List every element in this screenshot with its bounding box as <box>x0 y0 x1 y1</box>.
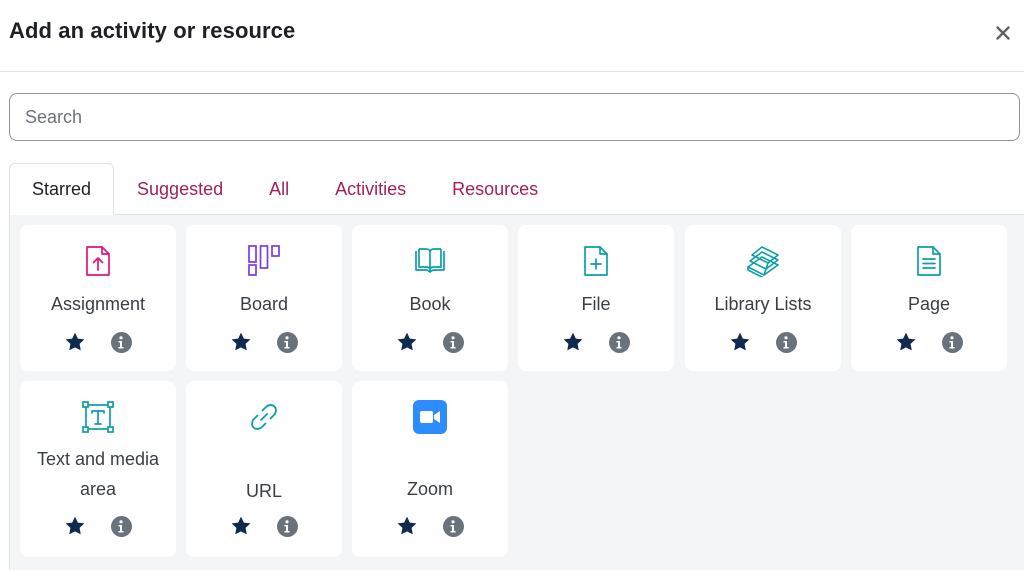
info-button[interactable] <box>775 331 797 353</box>
zoom-video-icon <box>413 400 447 434</box>
star-icon <box>65 332 85 351</box>
item-actions <box>20 331 176 353</box>
modal-header: Add an activity or resource <box>0 0 1024 72</box>
tab-suggested[interactable]: Suggested <box>114 163 246 215</box>
star-icon <box>397 332 417 351</box>
board-icon <box>247 244 281 278</box>
close-button[interactable] <box>992 22 1014 44</box>
star-button[interactable] <box>729 331 751 353</box>
item-actions <box>352 515 508 537</box>
item-actions <box>352 331 508 353</box>
item-actions <box>186 515 342 537</box>
item-card-assignment[interactable]: Assignment <box>20 225 176 371</box>
close-icon <box>996 26 1010 40</box>
info-icon <box>775 331 797 353</box>
star-button[interactable] <box>895 331 917 353</box>
book-icon <box>413 244 447 278</box>
info-icon <box>941 331 963 353</box>
item-card-library-lists[interactable]: Library Lists <box>685 225 841 371</box>
item-label: URL <box>245 481 282 501</box>
starred-items-panel: Assignment Board Book File Library Lists… <box>9 214 1024 570</box>
info-icon <box>608 331 630 353</box>
item-actions <box>186 331 342 353</box>
item-card-file[interactable]: File <box>518 225 674 371</box>
tab-all[interactable]: All <box>246 163 312 215</box>
star-button[interactable] <box>64 515 86 537</box>
item-label: Library Lists <box>714 294 812 314</box>
star-icon <box>730 332 750 351</box>
info-button[interactable] <box>941 331 963 353</box>
item-card-url[interactable]: URL <box>186 381 342 557</box>
info-icon <box>276 331 298 353</box>
text-media-icon <box>81 400 115 434</box>
info-button[interactable] <box>442 515 464 537</box>
item-label: Text and media area <box>36 449 160 499</box>
info-button[interactable] <box>110 515 132 537</box>
star-button[interactable] <box>230 331 252 353</box>
item-card-text-and-media-area[interactable]: Text and media area <box>20 381 176 557</box>
star-icon <box>65 516 85 535</box>
url-link-icon <box>247 400 281 434</box>
info-button[interactable] <box>276 515 298 537</box>
modal-title: Add an activity or resource <box>9 18 296 43</box>
tab-activities[interactable]: Activities <box>312 163 429 215</box>
search-container <box>9 93 1020 141</box>
info-button[interactable] <box>110 331 132 353</box>
info-icon <box>110 515 132 537</box>
assignment-icon <box>81 244 115 278</box>
star-icon <box>896 332 916 351</box>
item-label: Page <box>907 294 951 314</box>
info-icon <box>442 331 464 353</box>
star-icon <box>397 516 417 535</box>
item-card-zoom[interactable]: Zoom <box>352 381 508 557</box>
item-label: Book <box>409 294 451 314</box>
info-button[interactable] <box>442 331 464 353</box>
tab-starred[interactable]: Starred <box>9 163 115 215</box>
item-actions <box>851 331 1007 353</box>
file-icon <box>579 244 613 278</box>
item-card-page[interactable]: Page <box>851 225 1007 371</box>
tab-resources[interactable]: Resources <box>429 163 561 215</box>
star-button[interactable] <box>396 515 418 537</box>
item-actions <box>518 331 674 353</box>
item-actions <box>685 331 841 353</box>
info-icon <box>110 331 132 353</box>
star-button[interactable] <box>64 331 86 353</box>
star-button[interactable] <box>396 331 418 353</box>
tab-bar: Starred Suggested All Activities Resourc… <box>9 163 561 215</box>
item-label: Zoom <box>406 479 453 499</box>
item-actions <box>20 515 176 537</box>
info-button[interactable] <box>276 331 298 353</box>
item-card-book[interactable]: Book <box>352 225 508 371</box>
star-icon <box>231 516 251 535</box>
star-button[interactable] <box>562 331 584 353</box>
star-button[interactable] <box>230 515 252 537</box>
star-icon <box>563 332 583 351</box>
search-input[interactable] <box>9 93 1020 141</box>
item-label: Board <box>239 294 289 314</box>
star-icon <box>231 332 251 351</box>
page-icon <box>912 244 946 278</box>
item-label: Assignment <box>50 294 146 314</box>
info-button[interactable] <box>608 331 630 353</box>
library-lists-icon <box>746 244 780 278</box>
info-icon <box>276 515 298 537</box>
info-icon <box>442 515 464 537</box>
item-card-board[interactable]: Board <box>186 225 342 371</box>
item-label: File <box>581 294 611 314</box>
